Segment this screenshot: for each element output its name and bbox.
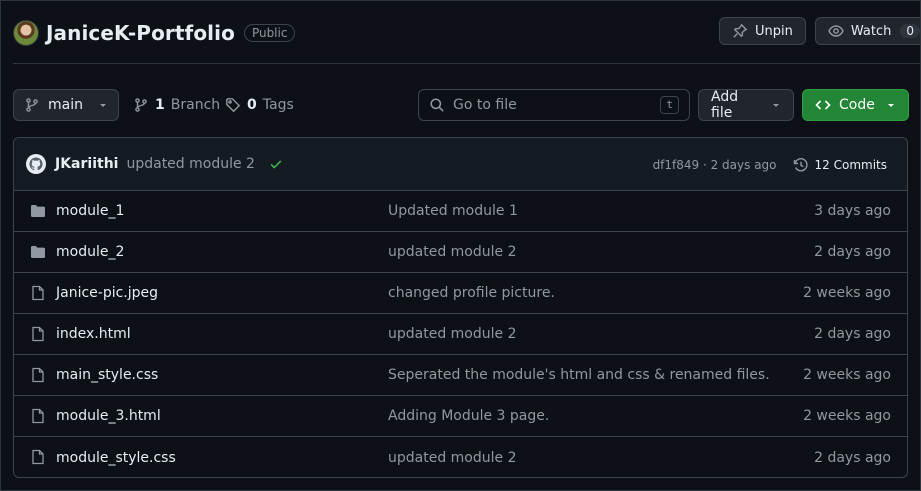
visibility-badge: Public <box>243 24 296 42</box>
header-divider <box>13 63 920 64</box>
chevron-down-icon <box>98 100 108 110</box>
table-row[interactable]: main_style.css Seperated the module's ht… <box>14 355 907 396</box>
repo-toolbar: main 1 Branch 0 Tags Go to file t Add fi… <box>13 89 909 121</box>
watch-button[interactable]: Watch 0 <box>814 17 920 45</box>
file-commit-message[interactable]: updated module 2 <box>388 244 517 260</box>
repo-name[interactable]: JaniceK-Portfolio <box>46 21 235 45</box>
file-commit-message[interactable]: Adding Module 3 page. <box>388 408 549 424</box>
file-date: 2 weeks ago <box>803 367 891 383</box>
branch-select-button[interactable]: main <box>13 89 119 121</box>
file-date: 2 days ago <box>814 449 891 466</box>
tag-icon <box>225 97 241 113</box>
file-list: module_1 Updated module 1 3 days ago mod… <box>14 191 907 477</box>
commits-count-label: 12 Commits <box>814 157 887 172</box>
commit-author-avatar[interactable] <box>26 154 46 174</box>
tag-label: Tags <box>262 97 294 113</box>
file-name[interactable]: module_3.html <box>56 408 161 424</box>
table-row[interactable]: Janice-pic.jpeg changed profile picture.… <box>14 273 907 314</box>
file-date: 2 days ago <box>814 244 891 260</box>
table-row[interactable]: index.html updated module 2 2 days ago <box>14 314 907 355</box>
file-name[interactable]: Janice-pic.jpeg <box>56 285 158 301</box>
header-actions: Unpin Watch 0 <box>719 17 920 45</box>
branches-link[interactable]: 1 Branch <box>133 89 220 121</box>
file-commit-message[interactable]: Updated module 1 <box>388 203 518 219</box>
repo-header: JaniceK-Portfolio Public Unpin Watch 0 <box>13 17 920 49</box>
folder-icon <box>30 244 46 260</box>
go-to-file-input[interactable]: Go to file t <box>418 89 690 121</box>
file-name[interactable]: index.html <box>56 326 131 342</box>
table-row[interactable]: module_2 updated module 2 2 days ago <box>14 232 907 273</box>
file-commit-message[interactable]: changed profile picture. <box>388 285 555 301</box>
chevron-down-icon <box>771 100 781 110</box>
file-icon <box>30 449 46 465</box>
add-file-button[interactable]: Add file <box>698 89 794 121</box>
commit-meta: df1f849 · 2 days ago 12 Commits <box>653 138 887 191</box>
file-date: 2 days ago <box>814 326 891 342</box>
folder-icon <box>30 203 46 219</box>
table-row[interactable]: module_3.html Adding Module 3 page. 2 we… <box>14 396 907 437</box>
git-branch-icon <box>24 97 40 113</box>
commit-author[interactable]: JKariithi <box>55 156 118 172</box>
unpin-button[interactable]: Unpin <box>719 17 806 45</box>
owner-avatar[interactable] <box>13 20 39 46</box>
file-icon <box>30 367 46 383</box>
go-to-file-placeholder: Go to file <box>453 97 517 113</box>
chevron-down-icon <box>886 100 896 110</box>
tags-link[interactable]: 0 Tags <box>225 89 294 121</box>
tag-count: 0 <box>247 97 257 113</box>
file-name[interactable]: module_1 <box>56 203 124 219</box>
table-row[interactable]: module_1 Updated module 1 3 days ago <box>14 191 907 232</box>
search-icon <box>429 97 445 113</box>
add-file-label: Add file <box>711 89 739 121</box>
eye-icon <box>828 23 844 39</box>
file-date: 3 days ago <box>814 203 891 219</box>
github-mark-icon <box>29 157 43 171</box>
keyboard-shortcut-hint: t <box>660 96 679 114</box>
history-icon <box>793 157 809 173</box>
file-icon <box>30 408 46 424</box>
file-date: 2 weeks ago <box>803 408 891 424</box>
file-browser: JKariithi updated module 2 df1f849 · 2 d… <box>13 137 908 478</box>
file-icon <box>30 326 46 342</box>
commits-history-link[interactable]: 12 Commits <box>793 157 887 173</box>
latest-commit-bar: JKariithi updated module 2 df1f849 · 2 d… <box>14 138 907 191</box>
watch-count: 0 <box>900 24 920 38</box>
file-name[interactable]: module_2 <box>56 244 124 260</box>
branch-label: Branch <box>170 97 221 113</box>
code-label: Code <box>839 97 875 113</box>
commit-hash-time[interactable]: df1f849 · 2 days ago <box>653 158 777 172</box>
file-name[interactable]: main_style.css <box>56 367 158 383</box>
unpin-label: Unpin <box>755 23 793 39</box>
check-icon[interactable] <box>269 157 283 171</box>
file-date: 2 weeks ago <box>803 285 891 301</box>
code-button[interactable]: Code <box>802 89 909 121</box>
file-icon <box>30 285 46 301</box>
commit-message[interactable]: updated module 2 <box>126 156 255 172</box>
file-commit-message[interactable]: Seperated the module's html and css & re… <box>388 367 770 383</box>
branch-name: main <box>48 97 83 113</box>
code-icon <box>815 97 831 113</box>
file-commit-message[interactable]: updated module 2 <box>388 450 517 466</box>
pin-icon <box>732 23 748 39</box>
file-name[interactable]: module_style.css <box>56 450 176 466</box>
table-row[interactable]: module_style.css updated module 2 2 days… <box>14 437 907 477</box>
git-branch-icon <box>133 97 149 113</box>
watch-label: Watch <box>850 23 892 39</box>
file-commit-message[interactable]: updated module 2 <box>388 326 517 342</box>
branch-count: 1 <box>155 97 165 113</box>
